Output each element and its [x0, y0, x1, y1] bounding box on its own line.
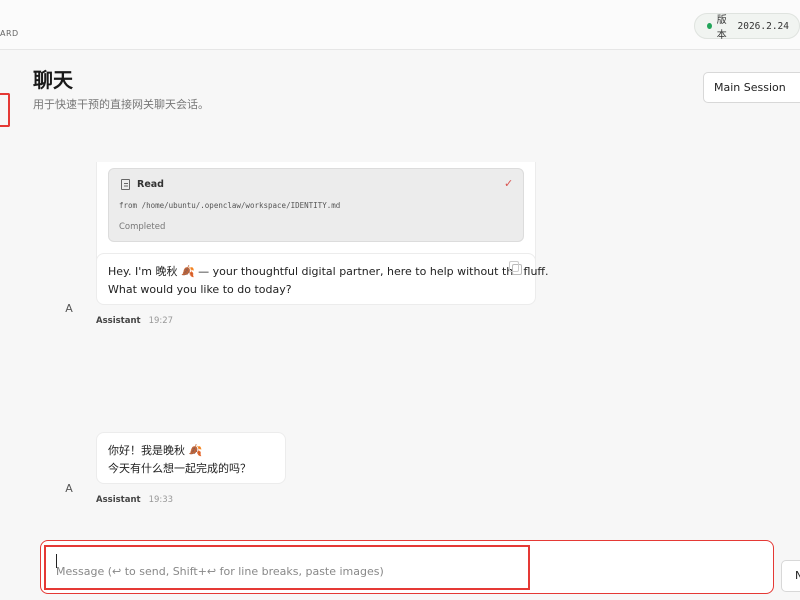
message-text: Hey. I'm 晚秋 🍂 — your thoughtful digital … — [108, 265, 549, 296]
tool-path: from /home/ubuntu/.openclaw/workspace/ID… — [119, 201, 341, 210]
message-text: 你好！我是晚秋 🍂 今天有什么想一起完成的吗？ — [108, 444, 251, 475]
message-time: 19:27 — [148, 316, 174, 326]
brand-label: ARD — [0, 29, 19, 38]
sidebar-highlighted-item[interactable] — [0, 93, 10, 127]
message-meta: Assistant 19:27 — [96, 316, 173, 326]
session-select[interactable]: Main Session — [703, 72, 800, 103]
text-caret — [56, 554, 57, 568]
message-time: 19:33 — [148, 495, 174, 505]
assistant-message-bubble: 你好！我是晚秋 🍂 今天有什么想一起完成的吗？ — [96, 432, 286, 484]
page-title: 聊天 — [33, 68, 73, 92]
top-bar: ARD 版本 2026.2.24 — [0, 0, 800, 50]
status-dot-icon — [707, 23, 712, 29]
check-icon: ✓ — [504, 177, 514, 190]
session-select-value: Main Session — [714, 81, 786, 94]
assistant-message-bubble: Hey. I'm 晚秋 🍂 — your thoughtful digital … — [96, 253, 549, 305]
version-badge: 版本 2026.2.24 — [694, 13, 800, 41]
version-number: 2026.2.24 — [737, 20, 789, 32]
tool-status: Completed — [119, 222, 166, 232]
message-role: Assistant — [96, 316, 141, 326]
version-label: 版本 — [716, 15, 727, 41]
message-meta: Assistant 19:33 — [96, 495, 173, 505]
document-icon — [121, 179, 130, 190]
message-role: Assistant — [96, 495, 141, 505]
tool-name: Read — [137, 179, 164, 190]
message-input[interactable] — [44, 545, 530, 590]
avatar: A — [65, 302, 73, 315]
avatar: A — [65, 482, 73, 495]
page-subtitle: 用于快速干预的直接网关聊天会话。 — [33, 98, 209, 111]
copy-icon[interactable] — [509, 261, 522, 275]
tool-call-card[interactable]: Read ✓ from /home/ubuntu/.openclaw/works… — [108, 168, 524, 242]
send-button[interactable]: N — [781, 560, 800, 592]
